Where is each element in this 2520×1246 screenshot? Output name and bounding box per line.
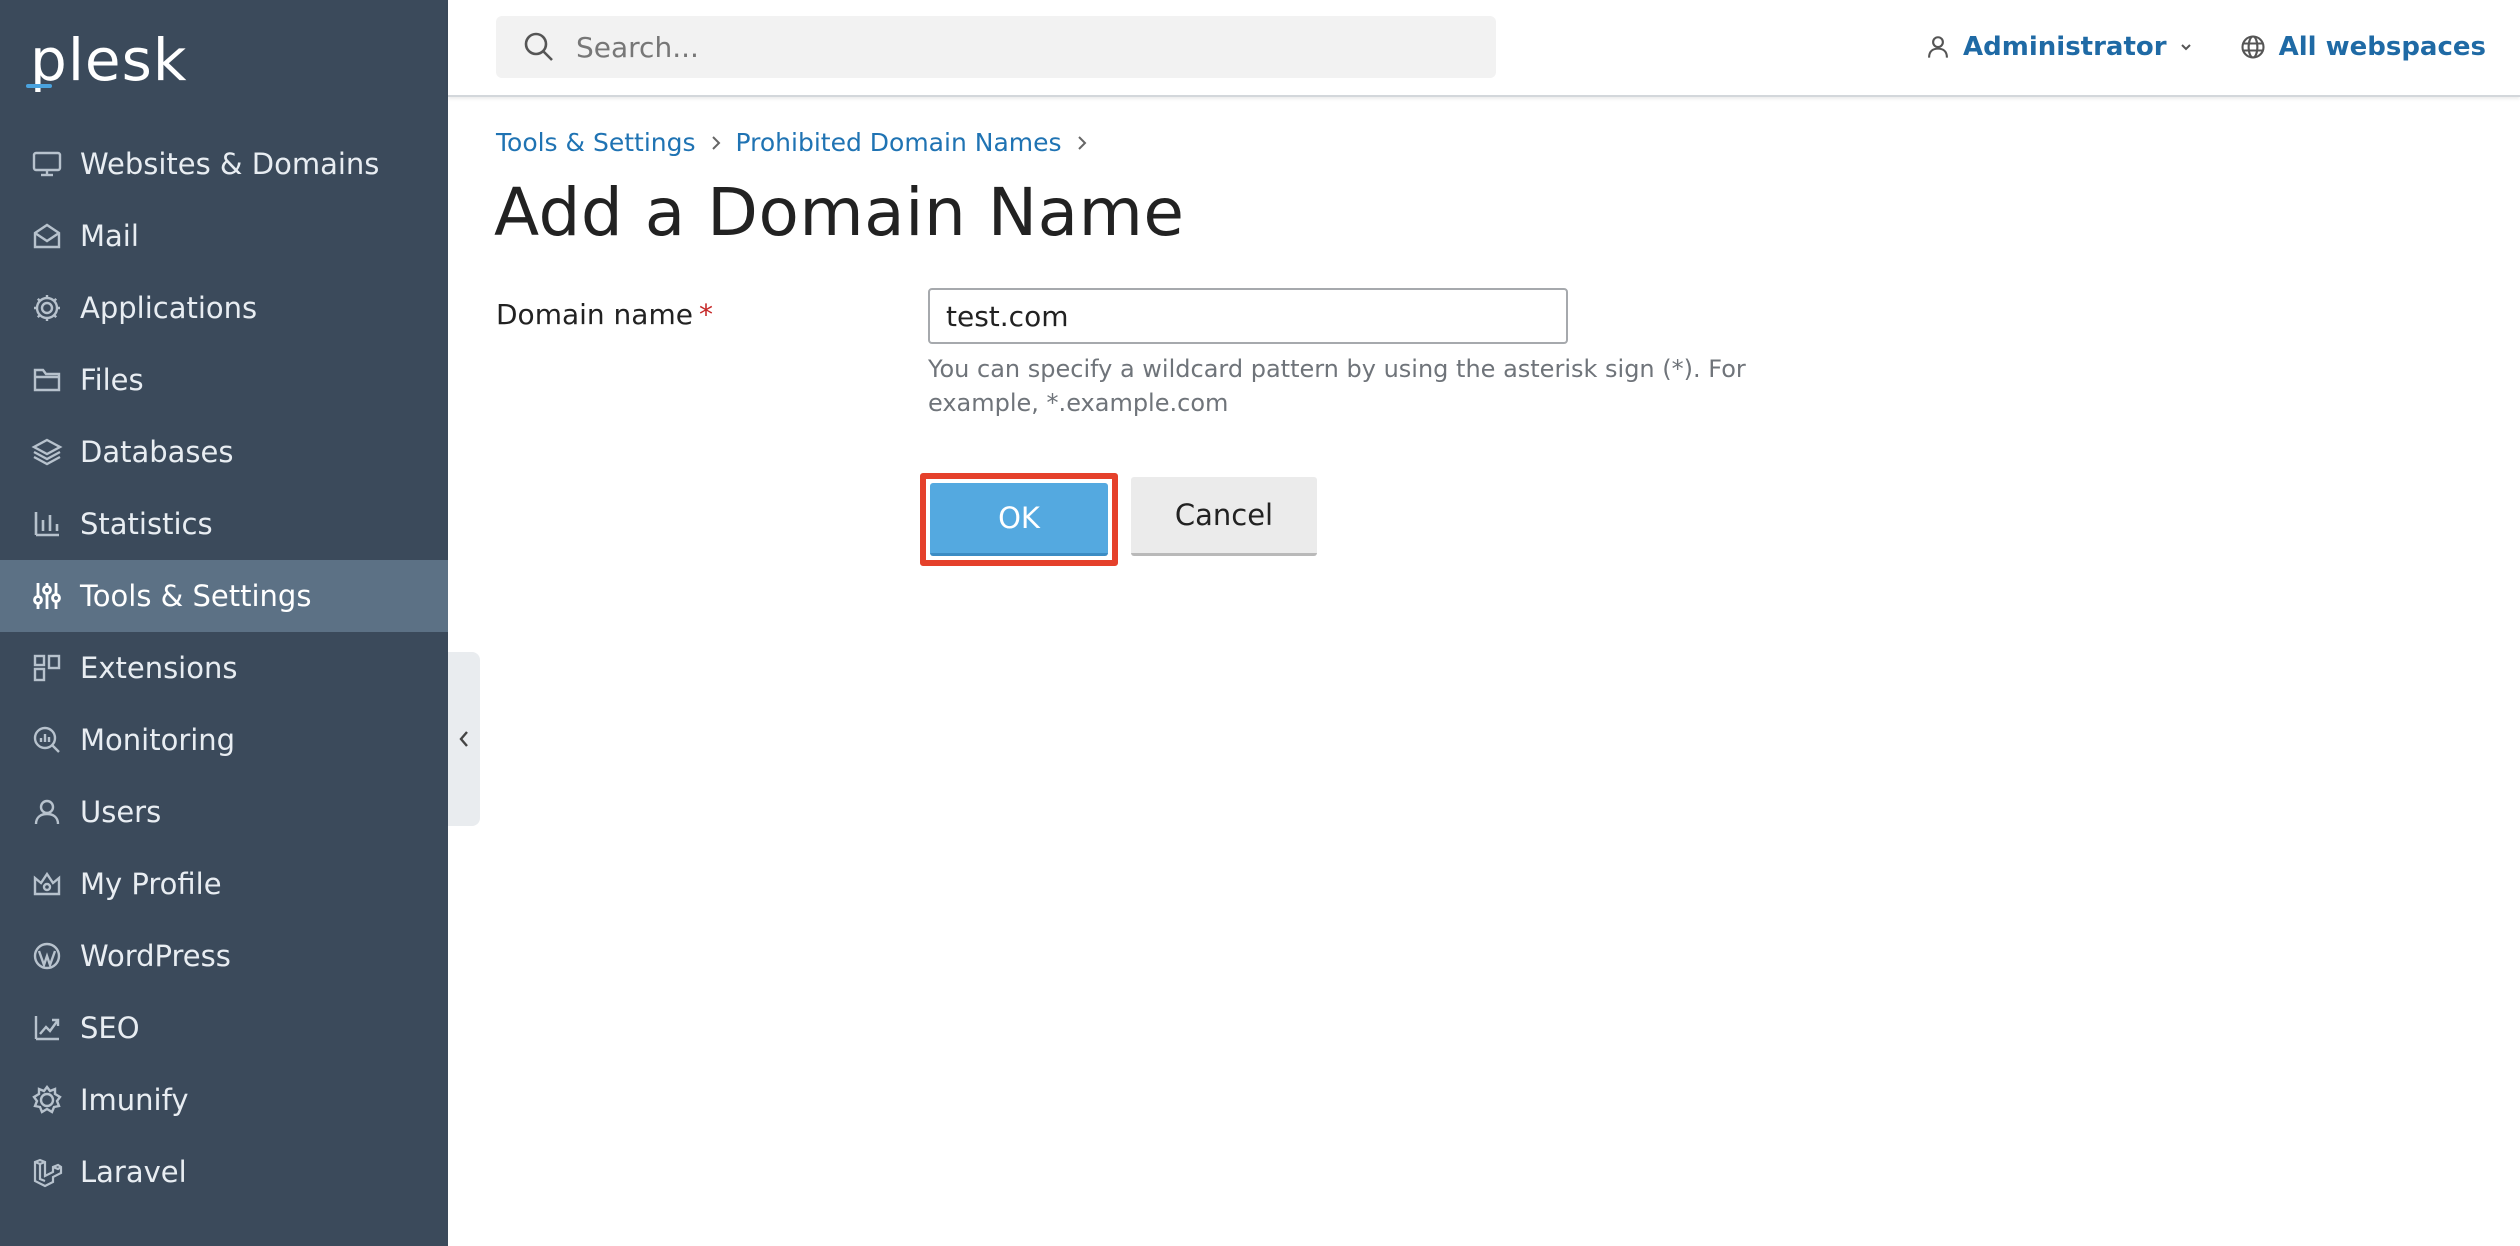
top-right-controls: Administrator All webspaces	[1925, 16, 2486, 78]
cancel-button[interactable]: Cancel	[1131, 477, 1317, 556]
sidebar-collapse-toggle[interactable]	[448, 652, 480, 826]
sidebar-item-label: Imunify	[80, 1083, 189, 1117]
sidebar-item-label: Tools & Settings	[80, 579, 312, 613]
sidebar-item-databases[interactable]: Databases	[0, 416, 448, 488]
sidebar-item-label: Users	[80, 795, 162, 829]
folder-icon	[30, 363, 64, 397]
trend-icon	[30, 1011, 64, 1045]
sidebar-item-files[interactable]: Files	[0, 344, 448, 416]
chevron-left-icon	[459, 731, 468, 747]
sidebar-item-tools-settings[interactable]: Tools & Settings	[0, 560, 448, 632]
sidebar-item-wordpress[interactable]: WordPress	[0, 920, 448, 992]
user-icon	[1928, 36, 1949, 58]
page-title: Add a Domain Name	[494, 174, 1185, 251]
bar-chart-icon	[30, 507, 64, 541]
search-icon	[524, 32, 553, 61]
sidebar-item-label: Mail	[80, 219, 139, 253]
sidebar-item-applications[interactable]: Applications	[0, 272, 448, 344]
sidebar-item-monitoring[interactable]: Monitoring	[0, 704, 448, 776]
wordpress-icon	[30, 939, 64, 973]
user-menu[interactable]: Administrator	[1925, 32, 2193, 62]
sidebar-item-laravel[interactable]: Laravel	[0, 1136, 448, 1208]
required-mark: *	[698, 298, 713, 331]
plesk-logo[interactable]: plesk	[30, 28, 187, 98]
sidebar-item-label: SEO	[80, 1011, 140, 1045]
magnifier-chart-icon	[30, 723, 64, 757]
sidebar-item-label: Websites & Domains	[80, 147, 380, 181]
chevron-right-icon	[710, 133, 722, 153]
chevron-down-icon	[2180, 44, 2191, 51]
sidebar-item-label: WordPress	[80, 939, 231, 973]
breadcrumb: Tools & Settings Prohibited Domain Names	[496, 128, 1102, 157]
domain-name-hint: You can specify a wildcard pattern by us…	[928, 355, 1746, 417]
sidebar-item-label: Databases	[80, 435, 234, 469]
ok-button[interactable]: OK	[930, 483, 1108, 556]
domain-name-label-text: Domain name	[496, 298, 693, 331]
grid-icon	[30, 651, 64, 685]
sliders-icon	[30, 579, 64, 613]
top-bar: Administrator All webspaces	[448, 0, 2520, 97]
breadcrumb-link-prohibited-domain-names[interactable]: Prohibited Domain Names	[736, 128, 1062, 157]
sidebar-item-imunify[interactable]: Imunify	[0, 1064, 448, 1136]
chevron-right-icon	[1076, 133, 1088, 153]
sidebar-item-label: Statistics	[80, 507, 213, 541]
sidebar-item-statistics[interactable]: Statistics	[0, 488, 448, 560]
domain-name-label: Domain name *	[496, 298, 713, 331]
sidebar-item-my-profile[interactable]: My Profile	[0, 848, 448, 920]
gear-icon	[30, 291, 64, 325]
laravel-icon	[30, 1155, 64, 1189]
sidebar-item-label: Extensions	[80, 651, 238, 685]
sidebar-item-label: Files	[80, 363, 144, 397]
webspaces-label: All webspaces	[2278, 32, 2486, 62]
mail-icon	[30, 219, 64, 253]
sidebar-item-label: Laravel	[80, 1155, 187, 1189]
sidebar-item-label: My Profile	[80, 867, 222, 901]
shield-gear-icon	[30, 1083, 64, 1117]
breadcrumb-link-tools-settings[interactable]: Tools & Settings	[496, 128, 696, 157]
sidebar-nav: Websites & Domains Mail Applications Fil…	[0, 128, 448, 1208]
user-icon	[30, 795, 64, 829]
sidebar-item-users[interactable]: Users	[0, 776, 448, 848]
sidebar: plesk Websites & Domains Mail Applicatio…	[0, 0, 448, 1246]
sidebar-item-mail[interactable]: Mail	[0, 200, 448, 272]
sidebar-item-extensions[interactable]: Extensions	[0, 632, 448, 704]
globe-icon	[2241, 35, 2265, 59]
domain-name-input[interactable]	[928, 288, 1568, 344]
user-menu-label: Administrator	[1963, 32, 2167, 62]
webspaces-menu[interactable]: All webspaces	[2239, 32, 2486, 62]
logo-accent	[26, 84, 52, 88]
crown-icon	[30, 867, 64, 901]
layers-icon	[30, 435, 64, 469]
monitor-icon	[30, 147, 64, 181]
search-box[interactable]	[496, 16, 1496, 78]
search-input[interactable]	[574, 29, 1474, 65]
logo-text: plesk	[30, 26, 188, 94]
sidebar-item-websites-domains[interactable]: Websites & Domains	[0, 128, 448, 200]
sidebar-item-seo[interactable]: SEO	[0, 992, 448, 1064]
sidebar-item-label: Applications	[80, 291, 258, 325]
sidebar-item-label: Monitoring	[80, 723, 236, 757]
